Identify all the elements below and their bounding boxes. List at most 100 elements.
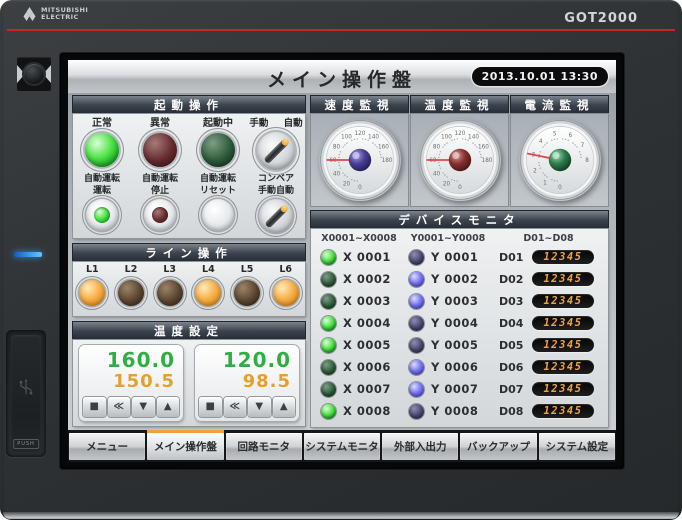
y-device-row: Y 0004 [403, 312, 493, 334]
line-lamp-cell: L6 [266, 264, 305, 316]
x-lamp-7 [321, 382, 336, 397]
d-device-label: D08 [499, 405, 525, 418]
temp1-current-value: 150.5 [113, 371, 175, 392]
conveyor-selector-switch[interactable] [259, 199, 293, 233]
device-monitor-header: デバイスモニタ [311, 211, 608, 229]
x-device-row: X 0002 [315, 268, 403, 290]
auto-reset-button[interactable] [202, 199, 234, 231]
y-lamp-5 [409, 338, 424, 353]
startup-operation-panel: 起動操作 正常 異常 [73, 96, 305, 238]
manual-auto-selector-switch[interactable] [257, 132, 295, 170]
x-device-label: X 0007 [343, 382, 391, 396]
x-device-label: X 0006 [343, 360, 391, 374]
y-device-label: Y 0002 [431, 272, 478, 286]
push-label: PUSH [13, 439, 39, 449]
temp2-down-button[interactable]: ▼ [248, 397, 271, 417]
datetime-display: 2013.10.01 13:30 [472, 67, 608, 86]
tab-7[interactable]: システム設定 [539, 433, 615, 460]
svg-text:0: 0 [458, 185, 462, 191]
line-lamp-l5[interactable] [234, 280, 260, 306]
auto-run-button[interactable] [86, 199, 118, 231]
line-lamp-l6[interactable] [273, 280, 299, 306]
d-device-label: D05 [499, 339, 525, 352]
d-value-display: 12345 [532, 382, 594, 396]
svg-text:4: 4 [539, 139, 543, 145]
d-value-display: 12345 [532, 316, 594, 330]
svg-text:0: 0 [558, 185, 562, 191]
auto-reset-label1: 自動運転 [200, 173, 236, 185]
y-device-row: Y 0007 [403, 378, 493, 400]
d-value-display: 12345 [532, 250, 594, 264]
temp1-set-value: 160.0 [107, 348, 175, 372]
x-lamp-6 [321, 360, 336, 375]
auto-stop-button-cell: 自動運転 停止 [131, 173, 189, 233]
svg-text:80: 80 [332, 144, 340, 150]
d-device-row: D0412345 [493, 312, 604, 334]
x-lamp-1 [321, 250, 336, 265]
screen-titlebar: メイン操作盤 2013.10.01 13:30 [68, 60, 616, 93]
svg-text:180: 180 [381, 158, 392, 164]
x-device-row: X 0006 [315, 356, 403, 378]
normal-lamp-cell: 正常 [73, 117, 131, 170]
x-device-label: X 0002 [343, 272, 391, 286]
d-device-row: D0312345 [493, 290, 604, 312]
switch1-manual-label: 手動 [249, 117, 268, 130]
line-lamp-l2[interactable] [118, 280, 144, 306]
x-lamp-5 [321, 338, 336, 353]
tab-4[interactable]: システムモニタ [304, 433, 380, 460]
x-lamp-2 [321, 272, 336, 287]
svg-text:140: 140 [368, 135, 379, 141]
line-lamp-l1[interactable] [79, 280, 105, 306]
normal-lamp-label: 正常 [92, 117, 112, 130]
auto-stop-button[interactable] [144, 199, 176, 231]
temp1-up-button[interactable]: ▲ [157, 397, 180, 417]
brand-line2: ELECTRIC [41, 14, 88, 21]
line-lamp-cell: L4 [189, 264, 228, 316]
y-device-row: Y 0006 [403, 356, 493, 378]
speed-gauge-body: 020406080100120140160180 [311, 114, 408, 206]
line-lamp-label: L2 [125, 264, 138, 276]
speed-gauge: 020406080100120140160180 [319, 119, 401, 201]
current-gauge-header: 電流監視 [511, 96, 608, 114]
d-device-row: D0812345 [493, 400, 604, 422]
starting-lamp-label: 起動中 [203, 117, 233, 130]
d-device-row: D07 12345 [493, 378, 604, 400]
temp1-fast-down-button[interactable]: ≪ [108, 397, 131, 417]
switch1-auto-label: 自動 [284, 117, 303, 130]
d-column-header: D01~D08 [493, 231, 604, 246]
temp1-down-button[interactable]: ▼ [132, 397, 155, 417]
y-lamp-8 [409, 404, 424, 419]
line-lamp-l3[interactable] [157, 280, 183, 306]
temperature-controller-2: 120.0 98.5 ■ ≪ ▼ ▲ [195, 345, 299, 421]
gauge-row: 速度監視020406080100120140160180温度監視02040608… [311, 96, 608, 206]
line-lamp-label: L4 [202, 264, 215, 276]
svg-text:20: 20 [342, 181, 350, 187]
x-device-label: X 0003 [343, 294, 391, 308]
temp2-up-button[interactable]: ▲ [273, 397, 296, 417]
current-gauge-panel: 電流監視012345678 [511, 96, 608, 206]
d-device-row: D0112345 [493, 246, 604, 268]
tab-1[interactable]: メニュー [69, 433, 145, 460]
line-lamp-label: L5 [241, 264, 254, 276]
line-lamp-label: L1 [86, 264, 99, 276]
svg-text:1: 1 [543, 180, 547, 186]
svg-text:180: 180 [481, 158, 492, 164]
temp1-stop-button[interactable]: ■ [83, 397, 106, 417]
y-device-row: Y 0003 [403, 290, 493, 312]
temp2-stop-button[interactable]: ■ [199, 397, 222, 417]
tab-6[interactable]: バックアップ [460, 433, 536, 460]
y-device-row: Y 0001 [403, 246, 493, 268]
tab-3[interactable]: 回路モニタ [226, 433, 302, 460]
usb-door[interactable]: PUSH [6, 330, 46, 457]
d-device-label: D07 [499, 383, 525, 396]
line-lamp-l4[interactable] [195, 280, 221, 306]
conveyor-title: コンベア [257, 173, 295, 185]
line-lamp-cell: L3 [150, 264, 189, 316]
temperature-setting-panel: 温度設定 160.0 150.5 ■ ≪ ▼ ▲ [73, 322, 305, 426]
tab-2[interactable]: メイン操作盤 [147, 433, 223, 460]
svg-text:5: 5 [552, 131, 556, 137]
temp2-fast-down-button[interactable]: ≪ [224, 397, 247, 417]
x-device-label: X 0005 [343, 338, 391, 352]
line-lamp-label: L6 [279, 264, 292, 276]
tab-5[interactable]: 外部入出力 [382, 433, 458, 460]
